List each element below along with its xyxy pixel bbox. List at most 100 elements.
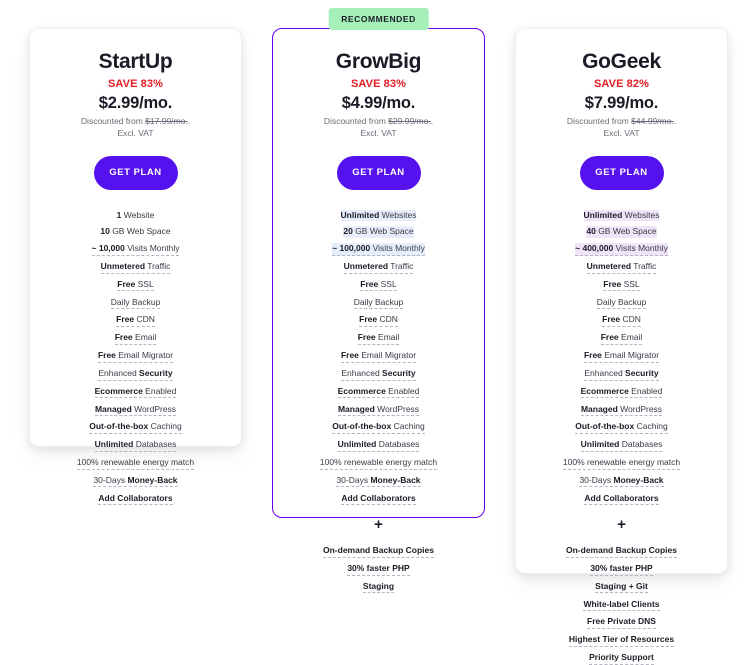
- feature-item: Free SSL: [530, 279, 713, 292]
- plan-name: GoGeek: [582, 50, 661, 73]
- feature-text: Unlimited Websites: [583, 209, 660, 222]
- feature-emphasis: Add Collaborators: [341, 492, 416, 503]
- feature-emphasis: Managed: [94, 403, 132, 414]
- feature-text: Daily Backup: [353, 297, 404, 310]
- feature-item: Unlimited Databases: [530, 439, 713, 452]
- feature-item: Unmetered Traffic: [287, 261, 470, 274]
- feature-text: Free SSL: [603, 278, 640, 292]
- feature-emphasis: Unlimited: [340, 209, 380, 220]
- feature-emphasis: Free: [603, 278, 622, 289]
- get-plan-button[interactable]: GET PLAN: [579, 155, 664, 190]
- feature-text: Add Collaborators: [98, 493, 173, 506]
- get-plan-button[interactable]: GET PLAN: [93, 155, 178, 190]
- feature-text: 100% renewable energy match: [562, 457, 681, 470]
- plan-header-growbig: GrowBig SAVE 83% $4.99/mo. Discounted fr…: [287, 29, 470, 140]
- feature-item: 30-Days Money-Back: [530, 475, 713, 488]
- plan-discount-note: Discounted from $29.99/mo..: [287, 116, 470, 127]
- extra-feature-list-growbig: On-demand Backup Copies 30% faster PHP Sta…: [287, 545, 470, 594]
- feature-text: Add Collaborators: [584, 493, 659, 506]
- feature-text: 100% renewable energy match: [319, 457, 438, 470]
- feature-item: Free SSL: [44, 279, 227, 292]
- feature-item: Out-of-the-box Caching: [44, 421, 227, 434]
- feature-text: Unlimited Databases: [580, 439, 663, 452]
- feature-emphasis: Money-Back: [613, 474, 664, 485]
- feature-item: ~ 400,000 Visits Monthly: [530, 243, 713, 256]
- feature-text: Free Private DNS: [587, 616, 656, 630]
- feature-text: Free SSL: [117, 279, 154, 292]
- feature-text: On-demand Backup Copies: [323, 545, 434, 558]
- feature-emphasis: Free: [600, 332, 619, 343]
- feature-text: ~ 10,000 Visits Monthly: [91, 243, 180, 256]
- feature-text: Daily Backup: [596, 297, 647, 310]
- feature-emphasis: Free: [116, 314, 135, 325]
- feature-item: Highest Tier of Resources: [530, 634, 713, 647]
- feature-emphasis: Free Private DNS: [587, 616, 656, 627]
- feature-item: Out-of-the-box Caching: [287, 421, 470, 434]
- feature-emphasis: ~ 400,000: [575, 243, 614, 254]
- feature-text: Free Email: [357, 332, 400, 345]
- feature-item: Managed WordPress: [44, 404, 227, 417]
- feature-text: 30-Days Money-Back: [579, 474, 664, 488]
- discount-old-price: $17.99/mo.: [145, 116, 188, 127]
- feature-emphasis: 10: [100, 226, 110, 237]
- feature-text: Add Collaborators: [341, 492, 416, 506]
- plan-card-startup[interactable]: StartUp SAVE 83% $2.99/mo. Discounted fr…: [29, 28, 242, 506]
- feature-emphasis: 20: [343, 226, 353, 237]
- feature-item: Free Private DNS: [530, 616, 713, 630]
- feature-text: Unmetered Traffic: [586, 261, 657, 274]
- feature-item: 100% renewable energy match: [530, 457, 713, 470]
- feature-list-startup: 1 Website 10 GB Web Space ~ 10,000 Visits …: [44, 190, 227, 506]
- feature-text: Unlimited Databases: [94, 439, 177, 452]
- plus-divider-icon: +: [617, 516, 626, 534]
- feature-text: Out-of-the-box Caching: [89, 421, 182, 434]
- feature-text: Ecommerce Enabled: [94, 386, 177, 399]
- plan-price: $7.99/mo.: [584, 93, 659, 112]
- feature-text: Managed WordPress: [337, 404, 420, 417]
- plan-discount-note: Discounted from $44.99/mo..: [530, 116, 713, 127]
- plan-card-gogeek[interactable]: GoGeek SAVE 82% $7.99/mo. Discounted fro…: [515, 28, 728, 665]
- feature-emphasis: Unlimited: [94, 439, 134, 450]
- feature-item: Priority Support: [530, 652, 713, 665]
- plan-card-growbig[interactable]: RECOMMENDED GrowBig SAVE 83% $4.99/mo. D…: [272, 8, 485, 594]
- extra-feature-list-gogeek: On-demand Backup Copies 30% faster PHP Sta…: [530, 545, 713, 665]
- feature-item: Unmetered Traffic: [44, 261, 227, 274]
- discount-prefix: Discounted from: [80, 116, 146, 127]
- plan-name: GrowBig: [335, 50, 422, 73]
- plan-vat-note: Excl. VAT: [117, 127, 154, 138]
- feature-emphasis: Staging + Git: [595, 580, 648, 591]
- feature-emphasis: Unlimited: [337, 439, 377, 450]
- feature-item: Unlimited Databases: [287, 439, 470, 452]
- feature-item: Ecommerce Enabled: [530, 386, 713, 399]
- plan-vat-note: Excl. VAT: [603, 127, 640, 138]
- feature-text: Unmetered Traffic: [343, 261, 414, 274]
- feature-emphasis: Unmetered: [343, 261, 389, 272]
- feature-emphasis: Out-of-the-box: [332, 421, 392, 432]
- feature-text: Free SSL: [360, 279, 397, 292]
- feature-text: Enhanced Security: [341, 368, 416, 381]
- feature-emphasis: Unmetered: [586, 261, 632, 272]
- plan-header-gogeek: GoGeek SAVE 82% $7.99/mo. Discounted fro…: [530, 29, 713, 140]
- feature-emphasis: Highest Tier of Resources: [568, 634, 675, 645]
- feature-text: Managed WordPress: [580, 404, 663, 417]
- feature-emphasis: Free: [97, 350, 116, 361]
- plan-price: $4.99/mo.: [341, 93, 416, 112]
- get-plan-button[interactable]: GET PLAN: [336, 155, 421, 190]
- feature-text: Priority Support: [589, 652, 654, 665]
- feature-text: Daily Backup: [110, 297, 161, 310]
- discount-prefix: Discounted from: [323, 116, 389, 127]
- feature-text: Highest Tier of Resources: [568, 634, 675, 647]
- feature-item: Free Email: [530, 332, 713, 345]
- feature-text: 30-Days Money-Back: [93, 475, 178, 488]
- feature-text: Unmetered Traffic: [100, 261, 171, 274]
- feature-item: Unlimited Databases: [44, 439, 227, 452]
- plan-save-badge: SAVE 82%: [593, 77, 649, 90]
- feature-text: Ecommerce Enabled: [337, 386, 420, 399]
- feature-item: Free Email Migrator: [287, 350, 470, 363]
- feature-emphasis: ~ 10,000: [91, 243, 125, 254]
- feature-emphasis: Security: [139, 367, 173, 378]
- feature-item: Free Email: [44, 332, 227, 345]
- feature-text: 30-Days Money-Back: [336, 475, 421, 488]
- feature-item: Free CDN: [530, 314, 713, 328]
- feature-text: Out-of-the-box Caching: [575, 421, 668, 434]
- feature-text: 100% renewable energy match: [76, 457, 195, 470]
